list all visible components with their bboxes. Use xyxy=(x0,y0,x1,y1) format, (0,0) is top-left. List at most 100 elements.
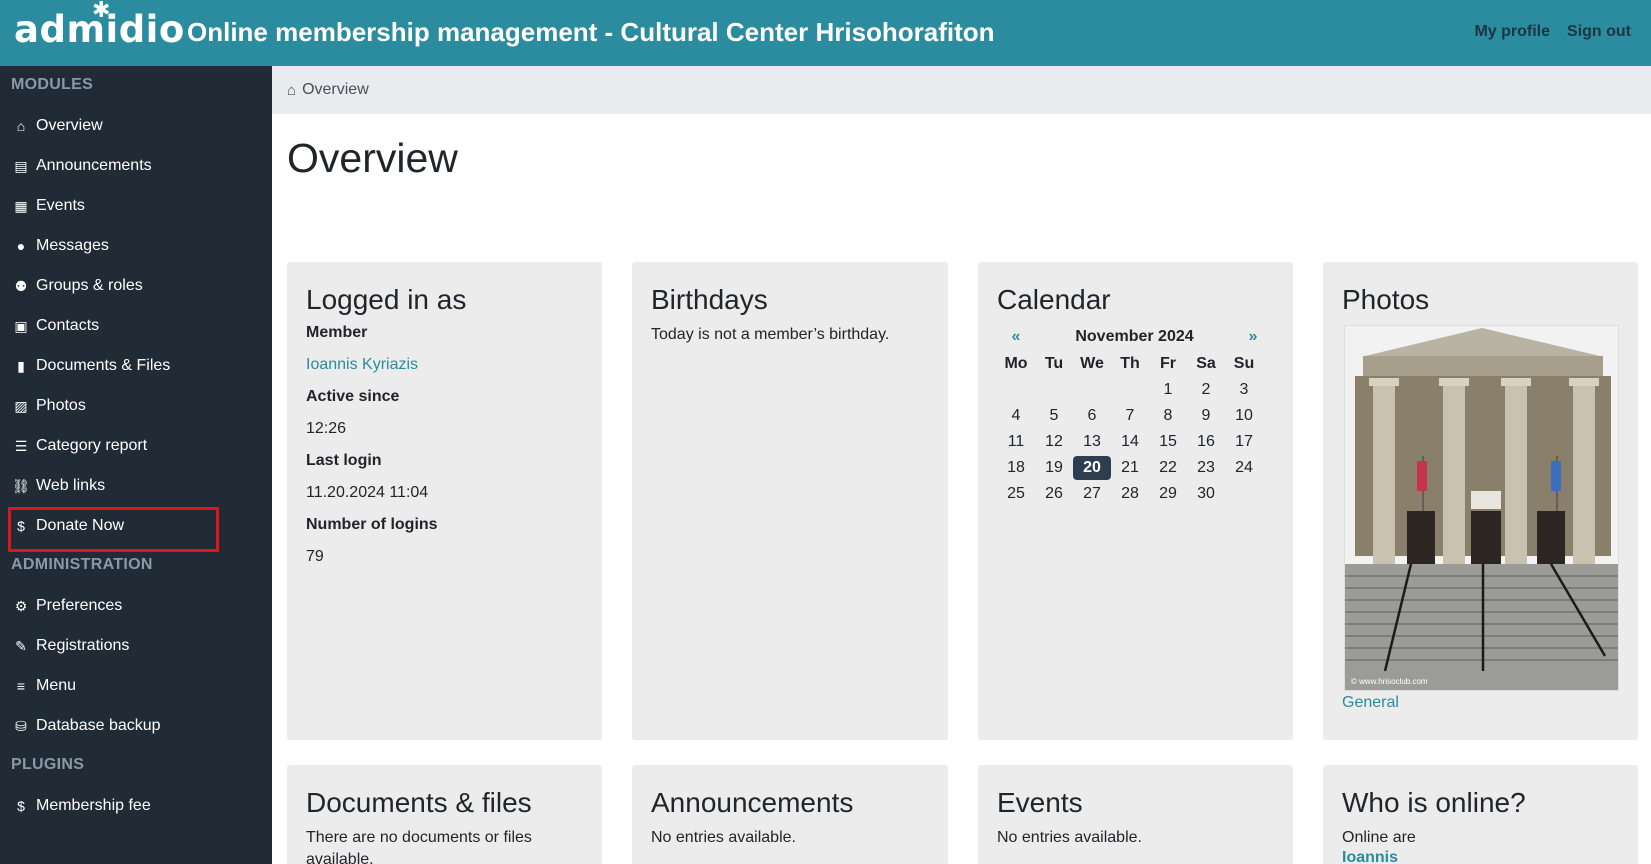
last-login-value: 11.20.2024 11:04 xyxy=(306,484,429,501)
album-general-link[interactable]: General xyxy=(1342,694,1399,712)
sidebar-item-donate-now[interactable]: $ Donate Now xyxy=(11,509,261,543)
calendar-day[interactable]: 24 xyxy=(1225,455,1263,481)
sidebar-item-preferences[interactable]: ⚙ Preferences xyxy=(11,589,261,623)
home-icon: ⌂ xyxy=(287,81,297,99)
calendar-day[interactable]: 18 xyxy=(997,455,1035,481)
calendar-day[interactable]: 4 xyxy=(997,403,1035,429)
events-card: Events No entries available. xyxy=(978,765,1293,864)
sidebar-item-label: Photos xyxy=(36,397,86,414)
photo-thumbnail[interactable]: © www.hrisoclub.com xyxy=(1344,325,1619,691)
online-user-link[interactable]: Ioannis xyxy=(1342,849,1398,864)
calendar-day[interactable]: 8 xyxy=(1149,403,1187,429)
page-title: Overview xyxy=(287,135,458,181)
calendar-day[interactable]: 7 xyxy=(1111,403,1149,429)
calendar-day[interactable]: 21 xyxy=(1111,455,1149,481)
dollar-icon: $ xyxy=(17,798,25,814)
calendar-day[interactable]: 25 xyxy=(997,481,1035,507)
active-since-value: 12:26 xyxy=(306,420,347,437)
sidebar-item-photos[interactable]: ▨ Photos xyxy=(11,389,261,423)
sidebar-item-documents-files[interactable]: ▮ Documents & Files xyxy=(11,349,261,383)
calendar-prev-button[interactable]: « xyxy=(997,328,1035,346)
sidebar-item-web-links[interactable]: ⛓ Web links xyxy=(11,469,261,503)
card-title: Logged in as xyxy=(306,284,467,315)
calendar-weekday: Mo xyxy=(1004,355,1028,372)
image-icon: ▨ xyxy=(14,397,28,414)
sidebar-item-label: Groups & roles xyxy=(36,277,143,294)
users-icon: ⚉ xyxy=(14,277,28,294)
calendar-day[interactable]: 13 xyxy=(1073,429,1111,455)
calendar-weekday: Su xyxy=(1233,355,1255,372)
calendar-day[interactable]: 30 xyxy=(1187,481,1225,507)
sidebar-item-overview[interactable]: ⌂ Overview xyxy=(11,109,261,143)
calendar-today[interactable]: 20 xyxy=(1073,456,1111,480)
calendar-next-button[interactable]: » xyxy=(1234,328,1272,346)
database-icon: ⛁ xyxy=(15,717,27,734)
calendar-day[interactable]: 14 xyxy=(1111,429,1149,455)
gear-icon: ⚙ xyxy=(14,597,28,614)
calendar-widget: « November 2024 » Mo Tu We Th Fr Sa Su 1 2 3 4 5 6 7 8… xyxy=(997,325,1272,507)
list-icon: ☰ xyxy=(14,437,28,454)
sidebar-item-label: Preferences xyxy=(36,597,123,614)
link-icon: ⛓ xyxy=(12,477,30,494)
calendar-day[interactable]: 17 xyxy=(1225,429,1263,455)
calendar-day[interactable]: 22 xyxy=(1149,455,1187,481)
calendar-day[interactable]: 15 xyxy=(1149,429,1187,455)
calendar-day[interactable]: 3 xyxy=(1225,377,1263,403)
calendar-day[interactable]: 23 xyxy=(1187,455,1225,481)
sign-out-link[interactable]: Sign out xyxy=(1567,23,1631,41)
calendar-day[interactable]: 11 xyxy=(997,429,1035,455)
bars-icon: ≡ xyxy=(16,678,26,694)
sidebar-item-database-backup[interactable]: ⛁ Database backup xyxy=(11,709,261,743)
sidebar-item-menu[interactable]: ≡ Menu xyxy=(11,669,261,703)
palm-icon: ✱ xyxy=(92,0,111,23)
sidebar-item-label: Category report xyxy=(36,437,148,454)
sidebar-item-label: Announcements xyxy=(36,157,152,174)
sidebar-item-announcements[interactable]: ▤ Announcements xyxy=(11,149,261,183)
comments-icon: ● xyxy=(16,238,26,254)
sidebar-item-label: Database backup xyxy=(36,717,161,734)
member-name-link[interactable]: Ioannis Kyriazis xyxy=(306,356,418,373)
calendar-day[interactable]: 1 xyxy=(1149,377,1187,403)
calendar-empty-cell xyxy=(1073,377,1111,403)
online-text: Online are xyxy=(1342,829,1416,846)
sidebar-item-contacts[interactable]: ▣ Contacts xyxy=(11,309,261,343)
breadcrumb-current[interactable]: Overview xyxy=(302,81,369,99)
sidebar-item-label: Menu xyxy=(36,677,77,694)
plugins-heading: PLUGINS xyxy=(11,756,85,773)
calendar-weekday: Fr xyxy=(1160,355,1176,372)
sidebar-item-category-report[interactable]: ☰ Category report xyxy=(11,429,261,463)
address-card-icon: ▣ xyxy=(14,317,28,334)
calendar-day[interactable]: 2 xyxy=(1187,377,1225,403)
calendar-day[interactable]: 6 xyxy=(1073,403,1111,429)
my-profile-link[interactable]: My profile xyxy=(1474,23,1550,41)
calendar-day[interactable]: 28 xyxy=(1111,481,1149,507)
calendar-day[interactable]: 12 xyxy=(1035,429,1073,455)
sidebar-item-messages[interactable]: ● Messages xyxy=(11,229,261,263)
calendar-day[interactable]: 9 xyxy=(1187,403,1225,429)
calendar-day[interactable]: 5 xyxy=(1035,403,1073,429)
calendar-day[interactable]: 26 xyxy=(1035,481,1073,507)
calendar-day[interactable]: 10 xyxy=(1225,403,1263,429)
sidebar-item-label: Membership fee xyxy=(36,797,151,814)
building-photo xyxy=(1345,326,1618,690)
sidebar-item-label: Contacts xyxy=(36,317,100,334)
dollar-icon: $ xyxy=(17,518,25,534)
logins-label: Number of logins xyxy=(306,516,438,533)
admidio-logo[interactable]: ✱ admidio xyxy=(14,0,185,51)
calendar-weekday: We xyxy=(1080,355,1104,372)
sidebar-item-membership-fee[interactable]: $ Membership fee xyxy=(11,789,261,823)
site-title: Online membership management - Cultural … xyxy=(187,17,995,47)
sidebar-item-registrations[interactable]: ✎ Registrations xyxy=(11,629,261,663)
card-title: Events xyxy=(997,787,1083,818)
card-title: Calendar xyxy=(997,284,1111,315)
birthdays-card: Birthdays Today is not a member’s birthd… xyxy=(632,262,948,740)
calendar-day[interactable]: 16 xyxy=(1187,429,1225,455)
sidebar-item-groups-roles[interactable]: ⚉ Groups & roles xyxy=(11,269,261,303)
logins-value: 79 xyxy=(306,548,324,565)
calendar-empty-cell xyxy=(1035,377,1073,403)
who-is-online-card: Who is online? Online are Ioannis xyxy=(1323,765,1638,864)
calendar-day[interactable]: 29 xyxy=(1149,481,1187,507)
sidebar-item-events[interactable]: ▦ Events xyxy=(11,189,261,223)
calendar-day[interactable]: 19 xyxy=(1035,455,1073,481)
calendar-day[interactable]: 27 xyxy=(1073,481,1111,507)
